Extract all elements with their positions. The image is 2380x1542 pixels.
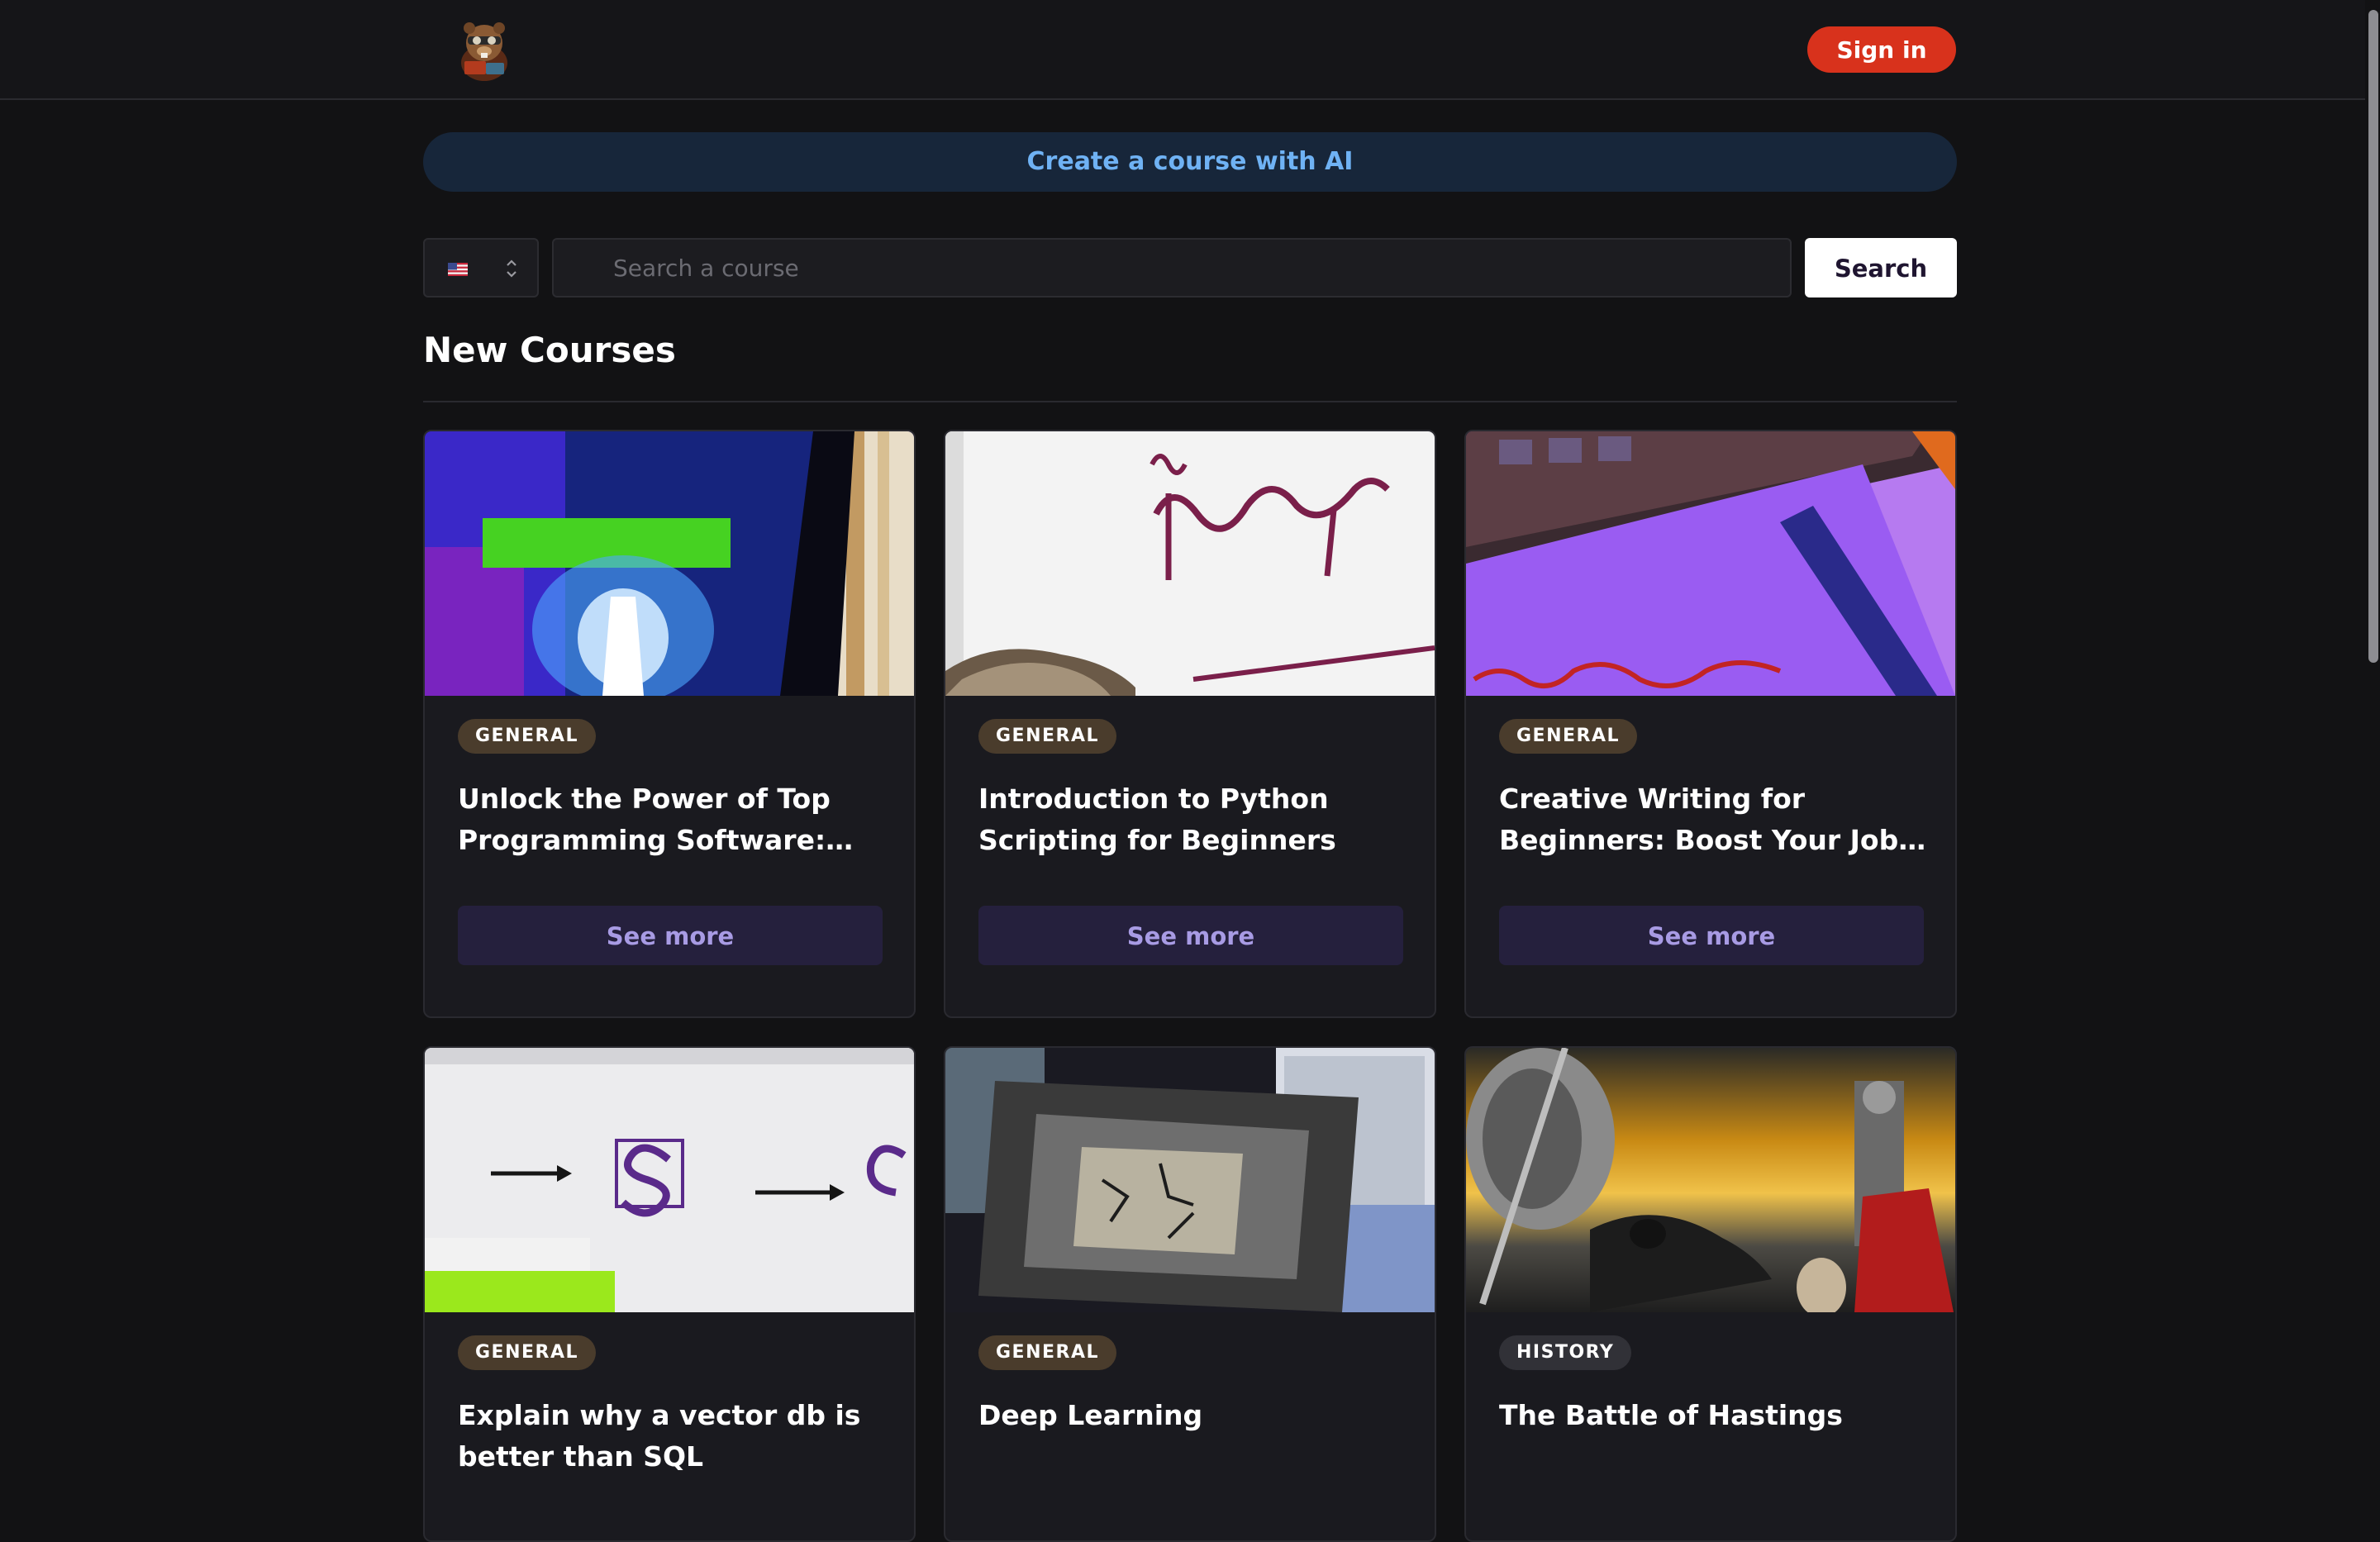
course-thumbnail-image[interactable] [945,431,1435,696]
course-search-input[interactable] [552,238,1792,297]
category-badge: GENERAL [978,719,1117,754]
us-flag-icon [448,263,468,276]
section-title: New Courses [423,330,676,370]
search-button[interactable]: Search [1805,238,1957,297]
category-badge: HISTORY [1499,1335,1632,1370]
course-card: GENERAL Introduction to Python Scripting… [944,430,1436,1018]
course-title[interactable]: Creative Writing for Beginners: Boost Yo… [1499,778,1929,861]
sign-in-button[interactable]: Sign in [1807,26,1956,73]
see-more-button[interactable]: See more [458,906,883,965]
top-navbar: Sign in [0,0,2380,100]
course-card: HISTORY The Battle of Hastings [1464,1046,1957,1542]
beaver-logo-icon[interactable] [453,13,516,83]
course-title[interactable]: Explain why a vector db is better than S… [458,1395,888,1478]
language-select[interactable] [423,238,539,297]
category-badge: GENERAL [458,1335,597,1370]
category-badge: GENERAL [978,1335,1117,1370]
section-divider [423,401,1957,402]
course-thumbnail-image[interactable] [425,431,914,696]
course-card: GENERAL Deep Learning [944,1046,1436,1542]
chevron-up-down-icon [507,259,516,278]
course-thumbnail-image[interactable] [425,1048,914,1312]
course-card: GENERAL Creative Writing for Beginners: … [1464,430,1957,1018]
course-thumbnail-image[interactable] [1466,1048,1955,1312]
scrollbar-thumb[interactable] [2368,10,2378,663]
see-more-button[interactable]: See more [978,906,1403,965]
course-title[interactable]: The Battle of Hastings [1499,1395,1929,1436]
category-badge: GENERAL [458,719,597,754]
create-course-with-ai-button[interactable]: Create a course with AI [423,132,1957,192]
see-more-button[interactable]: See more [1499,906,1924,965]
course-title[interactable]: Introduction to Python Scripting for Beg… [978,778,1408,861]
course-card: GENERAL Unlock the Power of Top Programm… [423,430,916,1018]
course-thumbnail-image[interactable] [945,1048,1435,1312]
page-scrollbar[interactable] [2365,0,2380,1487]
course-title[interactable]: Deep Learning [978,1395,1408,1436]
course-thumbnail-image[interactable] [1466,431,1955,696]
category-badge: GENERAL [1499,719,1638,754]
course-card: GENERAL Explain why a vector db is bette… [423,1046,916,1542]
course-title[interactable]: Unlock the Power of Top Programming Soft… [458,778,888,861]
